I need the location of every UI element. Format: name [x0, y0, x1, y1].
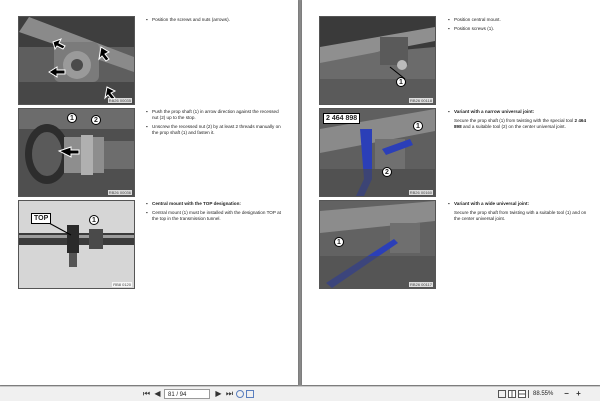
instruction-block-3: Central mount with the TOP designation: …	[146, 201, 286, 225]
figure-image	[19, 17, 134, 104]
figure-screws-nuts: RB26 00035	[18, 16, 135, 105]
instruction-text: Position screws (1).	[448, 26, 588, 32]
callout-1: 1	[67, 113, 77, 123]
figure-reference: RB26 00035	[107, 98, 132, 103]
instruction-text: Position central mount.	[448, 17, 588, 23]
instruction-block-2: Variant with a narrow universal joint: S…	[448, 109, 588, 133]
top-label: TOP	[31, 213, 52, 224]
instruction-block-1: Position the screws and nuts (arrows).	[146, 17, 286, 26]
instruction-text: Secure the prop shaft from twisting with…	[454, 210, 587, 221]
figure-central-mount-position: 1 RB26 00118	[319, 16, 436, 105]
callout-2: 2	[91, 115, 101, 125]
figure-reference: RB26 00160	[408, 190, 433, 195]
instruction-text-part: and a suitable tool (2) on the center un…	[461, 124, 566, 129]
last-page-icon[interactable]: ⏭	[225, 389, 234, 399]
instruction-block-2: Push the prop shaft (1) in arrow directi…	[146, 109, 286, 139]
instruction-text: Push the prop shaft (1) in arrow directi…	[146, 109, 286, 121]
callout-1: 1	[89, 215, 99, 225]
instruction-block-1: Position central mount. Position screws …	[448, 17, 588, 35]
continuous-view-icon[interactable]	[518, 390, 526, 398]
special-tool-label: 2 464 898	[323, 113, 361, 124]
previous-page-icon[interactable]: ◀	[153, 389, 162, 399]
instruction-text: Central mount (1) must be installed with…	[146, 210, 286, 222]
fit-width-icon[interactable]	[528, 390, 532, 398]
callout-1: 1	[396, 77, 406, 87]
instruction-text: Unscrew the recessed nut (2) by at least…	[146, 124, 286, 136]
figure-central-mount-top: TOP 1 RB8 0120	[18, 200, 135, 289]
single-page-view-icon[interactable]	[498, 390, 506, 398]
document-page-left: RB26 00035 1 2 RB26 00036 TOP 1 RB8 0120…	[0, 0, 298, 385]
callout-2: 2	[382, 167, 392, 177]
zoom-in-icon[interactable]: +	[574, 389, 583, 399]
rotate-icon[interactable]	[236, 390, 244, 398]
figure-prop-shaft-nut: 1 2 RB26 00036	[18, 108, 135, 197]
next-page-icon[interactable]: ▶	[214, 389, 223, 399]
zoom-out-icon[interactable]: −	[562, 389, 571, 399]
figure-narrow-universal-joint: 2 464 898 1 2 RB26 00160	[319, 108, 436, 197]
figure-reference: RB8 0120	[112, 282, 132, 287]
copy-icon[interactable]	[246, 390, 254, 398]
instruction-text-part: Secure the prop shaft (1) from twisting …	[454, 118, 575, 123]
page-number-input[interactable]: 81 / 94	[164, 389, 210, 399]
figure-image	[19, 109, 134, 196]
document-page-right: 1 RB26 00118 2 464 898 1 2 RB26 00160 1 …	[302, 0, 600, 385]
callout-1: 1	[334, 237, 344, 247]
figure-reference: RB26 00036	[107, 190, 132, 195]
instruction-block-3: Variant with a wide universal joint: Sec…	[448, 201, 588, 225]
viewer-toolbar: ⏮ ◀ 81 / 94 ▶ ⏭ 88.55% − +	[0, 386, 600, 401]
two-page-view-icon[interactable]	[508, 390, 516, 398]
figure-reference: RB26 00117	[409, 282, 433, 287]
section-heading: Variant with a wide universal joint:	[448, 201, 588, 207]
figure-reference: RB26 00118	[409, 98, 433, 103]
first-page-icon[interactable]: ⏮	[142, 389, 151, 399]
callout-1: 1	[413, 121, 423, 131]
figure-image	[320, 17, 435, 104]
zoom-level[interactable]: 88.55%	[533, 389, 553, 399]
section-heading: Central mount with the TOP designation:	[146, 201, 286, 207]
figure-wide-universal-joint: 1 RB26 00117	[319, 200, 436, 289]
instruction-text: Position the screws and nuts (arrows).	[146, 17, 286, 23]
instruction-text: Secure the prop shaft (1) from twisting …	[448, 118, 588, 130]
section-heading: Variant with a narrow universal joint:	[448, 109, 588, 115]
